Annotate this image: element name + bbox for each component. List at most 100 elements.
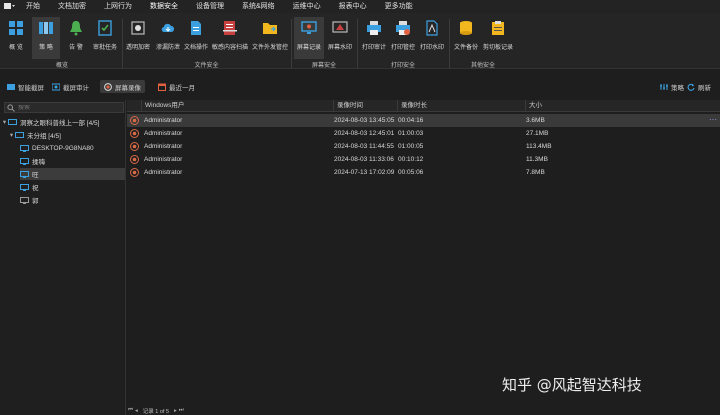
ribbon-transparent-encrypt-label: 透明加密: [125, 45, 150, 51]
computer-icon: [20, 157, 29, 165]
recent-month-label: 最近一月: [169, 84, 195, 92]
group-overview-label: 概览: [55, 63, 68, 69]
menu-data-security[interactable]: 数据安全: [141, 0, 187, 13]
menu-bar: 开始 文档加密 上网行为 数据安全 设备管理 系统&网络 运维中心 报表中心 更…: [0, 0, 720, 13]
collapse-arrow-icon[interactable]: ▾: [1, 118, 8, 126]
ribbon-alert-button[interactable]: 告 警: [64, 17, 88, 59]
tree-root-node[interactable]: ▾ 洞察之眼科普线上一部 [4/5]: [1, 116, 125, 128]
app-menu-icon[interactable]: [3, 2, 17, 12]
menu-doc-encrypt[interactable]: 文档加密: [49, 0, 95, 13]
ribbon-print-control-button[interactable]: 打印管控: [389, 17, 417, 59]
table-row[interactable]: Administrator 2024-08-03 13:45:05 00:04:…: [127, 114, 720, 127]
video-record-icon: [130, 129, 139, 138]
document-icon: [187, 19, 205, 37]
group-file-security-label: 文件安全: [194, 63, 219, 69]
ribbon-screen-watermark-button[interactable]: 屏幕水印: [326, 17, 354, 59]
smart-screenshot-button[interactable]: 智能截屏: [3, 80, 48, 93]
cell-time: 2024-08-03 13:45:05: [334, 117, 395, 124]
ribbon-clipboard-record-button[interactable]: 剪切板记录: [481, 17, 515, 59]
ribbon-file-backup-button[interactable]: 文件备份: [452, 17, 480, 59]
smart-screenshot-icon: [7, 83, 15, 91]
tree-computer-node[interactable]: 郭: [20, 194, 125, 206]
cell-time: 2024-07-13 17:02:09: [334, 169, 395, 176]
next-page-icon[interactable]: ▸: [174, 408, 177, 414]
table-row[interactable]: Administrator 2024-07-13 17:02:09 00:05:…: [127, 166, 720, 179]
screen-record-tab-button[interactable]: 屏幕录像: [100, 80, 145, 93]
tree-search-input[interactable]: [18, 104, 118, 111]
group-screen-security-label: 屏幕安全: [311, 63, 336, 69]
menu-system-network[interactable]: 系统&网络: [233, 0, 284, 13]
ribbon-screen-record-button[interactable]: 屏幕记录: [294, 17, 324, 59]
ribbon-overview-button[interactable]: 概 览: [4, 17, 28, 59]
recording-table: Windows用户 录像时间 录像时长 大小 Administrator 202…: [127, 100, 720, 405]
table-header: Windows用户 录像时间 录像时长 大小: [127, 100, 720, 112]
screen-record-icon: [300, 19, 318, 37]
folder-icon: [261, 19, 279, 37]
ribbon: 概 览 策 略 告 警 审批任务 概览 透明加密 渗漏防泄 文档操作 敏感内容扫…: [0, 13, 720, 69]
menu-report-center[interactable]: 报表中心: [330, 0, 376, 13]
calendar-icon: [158, 83, 166, 91]
screenshot-audit-label: 截屏审计: [63, 84, 89, 92]
encrypt-icon: [129, 19, 147, 37]
menu-start[interactable]: 开始: [17, 0, 49, 13]
table-row[interactable]: Administrator 2024-08-03 11:44:55 01:00:…: [127, 140, 720, 153]
menu-web-behavior[interactable]: 上网行为: [95, 0, 141, 13]
tree-group-node[interactable]: ▾ 未分组 [4/5]: [8, 129, 125, 141]
ribbon-file-outbound-label: 文件外发管控: [251, 45, 288, 51]
refresh-button[interactable]: 刷新: [683, 80, 715, 93]
ribbon-sensitive-scan-button[interactable]: 敏感内容扫描: [212, 17, 248, 59]
tree-search-box[interactable]: [4, 102, 124, 113]
ribbon-policy-button[interactable]: 策 略: [32, 17, 60, 59]
ribbon-file-outbound-button[interactable]: 文件外发管控: [251, 17, 289, 59]
tree-computer-node-selected[interactable]: 旺: [20, 168, 125, 180]
ribbon-divider: [122, 19, 123, 69]
ribbon-doc-operation-label: 文档操作: [183, 45, 208, 51]
tree-computer-node[interactable]: DESKTOP-9G8NA80: [20, 142, 125, 154]
collapse-arrow-icon[interactable]: ▾: [8, 131, 15, 139]
cell-duration: 00:05:06: [398, 169, 424, 176]
last-page-icon[interactable]: ⏭: [179, 407, 184, 414]
cell-duration: 00:10:12: [398, 156, 424, 163]
refresh-label: 刷新: [698, 84, 711, 92]
cell-user: Administrator: [144, 169, 183, 176]
menu-device-mgmt[interactable]: 设备管理: [187, 0, 233, 13]
clipboard-icon: [489, 19, 507, 37]
ribbon-extra-label: 渗漏防泄: [155, 45, 180, 51]
table-row[interactable]: Administrator 2024-08-03 12:45:01 01:00:…: [127, 127, 720, 140]
tree-computer-node[interactable]: 揉嗨: [20, 155, 125, 167]
ribbon-approval-button[interactable]: 审批任务: [90, 17, 120, 59]
menu-ops-center[interactable]: 运维中心: [284, 0, 330, 13]
sub-toolbar: 智能截屏 截屏审计 屏幕录像 最近一月 策略 刷新: [0, 77, 720, 96]
ribbon-print-watermark-button[interactable]: 打印水印: [418, 17, 446, 59]
ribbon-alert-label: 告 警: [69, 45, 83, 51]
cell-size: 7.8MB: [526, 169, 545, 176]
computer-group-icon: [8, 118, 17, 126]
prev-page-icon[interactable]: ◂: [135, 408, 138, 414]
row-more-icon[interactable]: ···: [709, 114, 717, 127]
column-header-windows-user[interactable]: Windows用户: [141, 100, 333, 112]
first-page-icon[interactable]: ⏮: [128, 407, 133, 414]
ribbon-extra-button[interactable]: 渗漏防泄: [154, 17, 182, 59]
column-header-record-time[interactable]: 录像时间: [333, 100, 397, 112]
menu-more[interactable]: 更多功能: [376, 0, 422, 13]
tree-computer-node[interactable]: 祝: [20, 181, 125, 193]
printer-icon: [365, 19, 383, 37]
recent-month-button[interactable]: 最近一月: [154, 80, 199, 93]
table-row[interactable]: Administrator 2024-08-03 11:33:06 00:10:…: [127, 153, 720, 166]
screenshot-audit-icon: [52, 83, 60, 91]
video-record-icon: [130, 116, 139, 125]
column-header-duration[interactable]: 录像时长: [397, 100, 525, 112]
screen-record-tab-icon: [104, 82, 112, 91]
screenshot-audit-button[interactable]: 截屏审计: [48, 80, 93, 93]
cell-duration: 01:00:05: [398, 143, 424, 150]
ribbon-screen-watermark-label: 屏幕水印: [327, 45, 352, 51]
ribbon-print-audit-button[interactable]: 打印审计: [360, 17, 388, 59]
approval-task-icon: [96, 19, 114, 37]
computer-icon: [20, 183, 29, 191]
column-header-size[interactable]: 大小: [525, 100, 720, 112]
tree-computer-label: 郭: [32, 198, 39, 205]
ribbon-doc-operation-button[interactable]: 文档操作: [182, 17, 210, 59]
ribbon-transparent-encrypt-button[interactable]: 透明加密: [124, 17, 152, 59]
overview-icon: [7, 19, 25, 37]
print-watermark-icon: [423, 19, 441, 37]
